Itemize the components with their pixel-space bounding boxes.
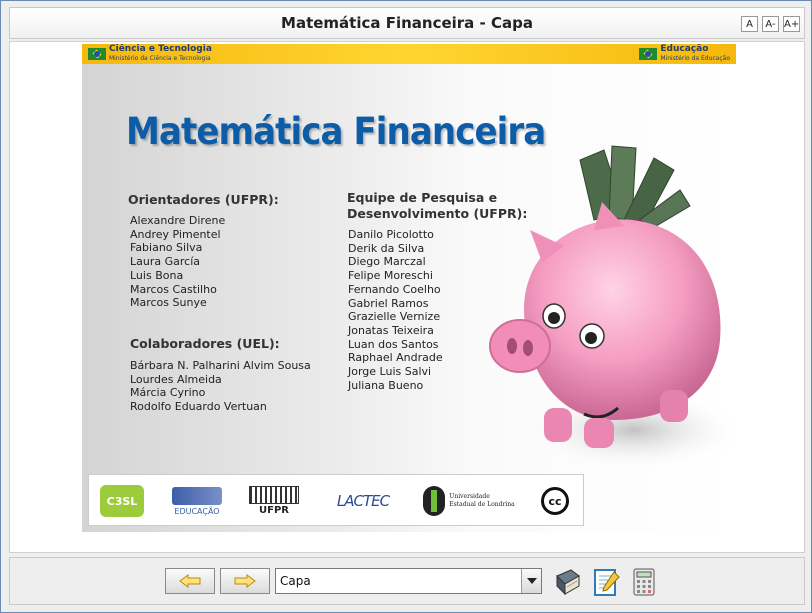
- ufpr-logo: UFPR: [247, 483, 301, 519]
- orientadores-list: Alexandre Direne Andrey Pimentel Fabiano…: [130, 214, 225, 310]
- font-size-controls: A A- A+: [741, 16, 800, 32]
- list-item: Alexandre Direne: [130, 214, 226, 227]
- list-item: Gabriel Ramos: [348, 296, 429, 310]
- list-item: Fernando Coelho: [348, 282, 441, 296]
- list-item: Rodolfo Eduardo Vertuan: [130, 400, 267, 414]
- uel-logo: Universidade Estadual de Londrina: [421, 483, 517, 519]
- list-item: Jonatas Teixeira: [348, 323, 434, 337]
- next-page-button[interactable]: [220, 568, 270, 594]
- chevron-down-icon: [526, 578, 537, 584]
- government-bar: Ciência e Tecnologia Ministério da Ciênc…: [82, 44, 736, 64]
- c3sl-logo: C3SL: [99, 483, 145, 519]
- list-item: Danilo Picolotto: [348, 228, 434, 241]
- slide-title: Matemática Financeira: [126, 110, 546, 153]
- font-decrease-button[interactable]: A-: [762, 16, 779, 32]
- list-item: Fabiano Silva: [130, 241, 203, 255]
- list-item: Lourdes Almeida: [130, 372, 222, 386]
- notepad-icon[interactable]: [590, 566, 622, 598]
- partner-logos: C3SL EDUCAÇÃO UFPR LACTEC Universidade E…: [88, 474, 584, 526]
- brazil-flag-icon: [88, 48, 106, 60]
- colaboradores-heading: Colaboradores (UEL):: [130, 336, 280, 351]
- gov-left-sub: Ministério da Ciência e Tecnologia: [109, 55, 211, 62]
- gov-left-title: Ciência e Tecnologia: [109, 44, 212, 54]
- page-select-value: Capa: [280, 574, 311, 588]
- list-item: Andrey Pimentel: [130, 227, 221, 241]
- title-bar: Matemática Financeira - Capa A A- A+: [9, 7, 805, 39]
- list-item: Grazielle Vernize: [348, 310, 441, 324]
- list-item: Jorge Luis Salvi: [348, 365, 432, 379]
- gov-educacao: Educação Ministério da Educação: [639, 45, 730, 63]
- list-item: Raphael Andrade: [348, 351, 443, 365]
- list-item: Felipe Moreschi: [348, 269, 433, 283]
- font-increase-button[interactable]: A+: [783, 16, 800, 32]
- list-item: Juliana Bueno: [348, 378, 424, 392]
- gov-right-sub: Ministério da Educação: [660, 55, 730, 62]
- window-title: Matemática Financeira - Capa: [281, 14, 533, 32]
- creative-commons-logo: cc: [537, 483, 573, 519]
- cover-slide: Ciência e Tecnologia Ministério da Ciênc…: [82, 44, 736, 532]
- educacao-logo: EDUCAÇÃO: [169, 483, 225, 519]
- list-item: Márcia Cyrino: [130, 386, 206, 400]
- gov-right-title: Educação: [660, 44, 709, 54]
- list-item: Marcos Castilho: [130, 282, 217, 296]
- brazil-flag-icon: [639, 48, 658, 60]
- calculator-icon[interactable]: [628, 566, 660, 598]
- list-item: Luis Bona: [130, 268, 184, 282]
- orientadores-heading: Orientadores (UFPR):: [128, 192, 279, 207]
- list-item: Marcos Sunye: [130, 296, 207, 310]
- book-icon[interactable]: [551, 566, 583, 598]
- arrow-left-icon: [179, 574, 201, 588]
- gov-ciencia-tecnologia: Ciência e Tecnologia Ministério da Ciênc…: [88, 45, 212, 63]
- list-item: Laura García: [130, 255, 200, 269]
- list-item: Bárbara N. Palharini Alvim Sousa: [130, 359, 311, 372]
- application-window: Matemática Financeira - Capa A A- A+ Ciê…: [0, 0, 812, 613]
- lactec-logo: LACTEC: [336, 492, 390, 510]
- page-select-dropdown-button[interactable]: [521, 569, 541, 593]
- money-bills: [579, 145, 691, 233]
- previous-page-button[interactable]: [165, 568, 215, 594]
- uel-emblem: [423, 486, 446, 516]
- arrow-right-icon: [234, 574, 256, 588]
- page-select[interactable]: Capa: [275, 568, 542, 594]
- list-item: Luan dos Santos: [348, 337, 439, 351]
- list-item: Derik da Silva: [348, 241, 425, 255]
- colaboradores-list: Bárbara N. Palharini Alvim Sousa Lourdes…: [130, 359, 311, 414]
- list-item: Diego Marczal: [348, 255, 426, 269]
- font-normal-button[interactable]: A: [741, 16, 758, 32]
- equipe-list: Danilo Picolotto Derik da Silva Diego Ma…: [348, 228, 443, 392]
- navigation-bar: Capa: [9, 557, 805, 605]
- content-area: Ciência e Tecnologia Ministério da Ciênc…: [9, 41, 805, 553]
- piggy-bank-image: [489, 145, 736, 470]
